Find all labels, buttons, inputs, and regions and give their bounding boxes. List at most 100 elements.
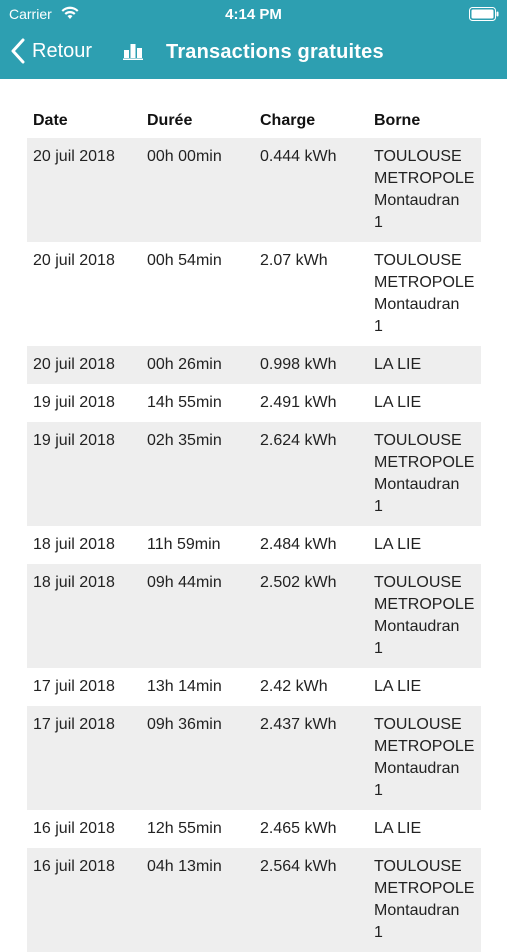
borne-line: LA LIE (374, 356, 422, 373)
borne-line: 1 (374, 924, 383, 941)
cell-borne: LA LIE (368, 534, 481, 556)
cell-duree: 00h 54min (147, 252, 222, 269)
cell-date: 19 juil 2018 (33, 394, 115, 411)
borne-line: TOULOUSE (374, 252, 462, 269)
cell-duree: 13h 14min (147, 678, 222, 695)
cell-date: 20 juil 2018 (33, 356, 115, 373)
borne-line: 1 (374, 214, 383, 231)
table-row[interactable]: 20 juil 2018 00h 00min 0.444 kWh TOULOUSE ME… (27, 138, 481, 242)
battery-icon (469, 7, 499, 21)
borne-line: 1 (374, 782, 383, 799)
cell-duree: 09h 44min (147, 574, 222, 591)
header-borne: Borne (374, 112, 421, 129)
cell-date: 17 juil 2018 (33, 678, 115, 695)
borne-line: LA LIE (374, 394, 422, 411)
table-row[interactable]: 17 juil 2018 13h 14min 2.42 kWh LA LIE (27, 668, 481, 706)
cell-duree: 14h 55min (147, 394, 222, 411)
table-row[interactable]: 18 juil 2018 11h 59min 2.484 kWh LA LIE (27, 526, 481, 564)
borne-line: LA LIE (374, 536, 422, 553)
cell-date: 16 juil 2018 (33, 820, 115, 837)
cell-charge: 2.437 kWh (260, 716, 337, 733)
cell-date: 20 juil 2018 (33, 148, 115, 165)
borne-line: Montaudran (374, 618, 460, 635)
cell-date: 16 juil 2018 (33, 858, 115, 875)
cell-date: 17 juil 2018 (33, 716, 115, 733)
borne-line: TOULOUSE (374, 432, 462, 449)
cell-duree: 00h 00min (147, 148, 222, 165)
borne-line: METROPOLE (374, 596, 475, 613)
cell-duree: 09h 36min (147, 716, 222, 733)
cell-duree: 00h 26min (147, 356, 222, 373)
table-row[interactable]: 16 juil 2018 04h 13min 2.564 kWh TOULOUSE ME… (27, 848, 481, 952)
table-row[interactable]: 20 juil 2018 00h 26min 0.998 kWh LA LIE (27, 346, 481, 384)
header-charge: Charge (260, 112, 316, 129)
cell-date: 19 juil 2018 (33, 432, 115, 449)
cell-duree: 11h 59min (147, 536, 221, 553)
borne-line: LA LIE (374, 678, 422, 695)
cell-borne: TOULOUSE METROPOLE Montaudran 1 (368, 146, 481, 234)
cell-borne: TOULOUSE METROPOLE Montaudran 1 (368, 250, 481, 338)
borne-line: TOULOUSE (374, 148, 462, 165)
cell-borne: TOULOUSE METROPOLE Montaudran 1 (368, 714, 481, 802)
borne-line: Montaudran (374, 192, 460, 209)
nav-bar: Retour Transactions gratuites (0, 28, 507, 79)
back-label: Retour (32, 39, 93, 62)
table-row[interactable]: 19 juil 2018 02h 35min 2.624 kWh TOULOUSE ME… (27, 422, 481, 526)
clock: 4:14 PM (225, 6, 282, 23)
cell-charge: 2.484 kWh (260, 536, 337, 553)
cell-duree: 04h 13min (147, 858, 222, 875)
borne-line: METROPOLE (374, 738, 475, 755)
borne-line: METROPOLE (374, 880, 475, 897)
cell-duree: 12h 55min (147, 820, 222, 837)
borne-line: Montaudran (374, 760, 460, 777)
cell-charge: 2.624 kWh (260, 432, 337, 449)
cell-charge: 2.502 kWh (260, 574, 337, 591)
header-duree: Durée (147, 112, 193, 129)
cell-charge: 2.465 kWh (260, 820, 337, 837)
cell-charge: 2.564 kWh (260, 858, 337, 875)
back-button[interactable]: Retour (10, 36, 92, 66)
borne-line: Montaudran (374, 476, 460, 493)
cell-borne: TOULOUSE METROPOLE Montaudran 1 (368, 856, 481, 944)
bar-chart-icon[interactable] (122, 40, 144, 62)
borne-line: Montaudran (374, 902, 460, 919)
borne-line: Montaudran (374, 296, 460, 313)
cell-duree: 02h 35min (147, 432, 222, 449)
cell-charge: 2.07 kWh (260, 252, 328, 269)
borne-line: METROPOLE (374, 170, 475, 187)
cell-charge: 2.42 kWh (260, 678, 328, 695)
cell-borne: TOULOUSE METROPOLE Montaudran 1 (368, 430, 481, 518)
borne-line: METROPOLE (374, 454, 475, 471)
cell-borne: LA LIE (368, 354, 481, 376)
top-bar: Carrier 4:14 PM Retour Transactions grat… (0, 0, 507, 79)
cell-borne: LA LIE (368, 676, 481, 698)
borne-line: METROPOLE (374, 274, 475, 291)
borne-line: 1 (374, 640, 383, 657)
table-row[interactable]: 20 juil 2018 00h 54min 2.07 kWh TOULOUSE MET… (27, 242, 481, 346)
cell-date: 20 juil 2018 (33, 252, 115, 269)
cell-date: 18 juil 2018 (33, 536, 115, 553)
borne-line: TOULOUSE (374, 858, 462, 875)
cell-borne: LA LIE (368, 392, 481, 414)
status-bar: Carrier 4:14 PM (0, 0, 507, 28)
borne-line: 1 (374, 318, 383, 335)
table-row[interactable]: 18 juil 2018 09h 44min 2.502 kWh TOULOUSE ME… (27, 564, 481, 668)
borne-line: TOULOUSE (374, 574, 462, 591)
borne-line: LA LIE (374, 820, 422, 837)
cell-charge: 0.998 kWh (260, 356, 337, 373)
page-title: Transactions gratuites (166, 41, 384, 63)
cell-charge: 0.444 kWh (260, 148, 337, 165)
table-header: Date Durée Charge Borne (27, 104, 481, 138)
chevron-left-icon (11, 38, 25, 64)
table-row[interactable]: 17 juil 2018 09h 36min 2.437 kWh TOULOUSE ME… (27, 706, 481, 810)
transactions-table: Date Durée Charge Borne 20 juil 2018 00h … (27, 104, 481, 952)
table-row[interactable]: 16 juil 2018 12h 55min 2.465 kWh LA LIE (27, 810, 481, 848)
borne-line: 1 (374, 498, 383, 515)
cell-charge: 2.491 kWh (260, 394, 337, 411)
table-row[interactable]: 19 juil 2018 14h 55min 2.491 kWh LA LIE (27, 384, 481, 422)
header-date: Date (33, 112, 68, 129)
borne-line: TOULOUSE (374, 716, 462, 733)
cell-borne: LA LIE (368, 818, 481, 840)
table-body: 20 juil 2018 00h 00min 0.444 kWh TOULOUSE ME… (27, 138, 481, 952)
cell-borne: TOULOUSE METROPOLE Montaudran 1 (368, 572, 481, 660)
